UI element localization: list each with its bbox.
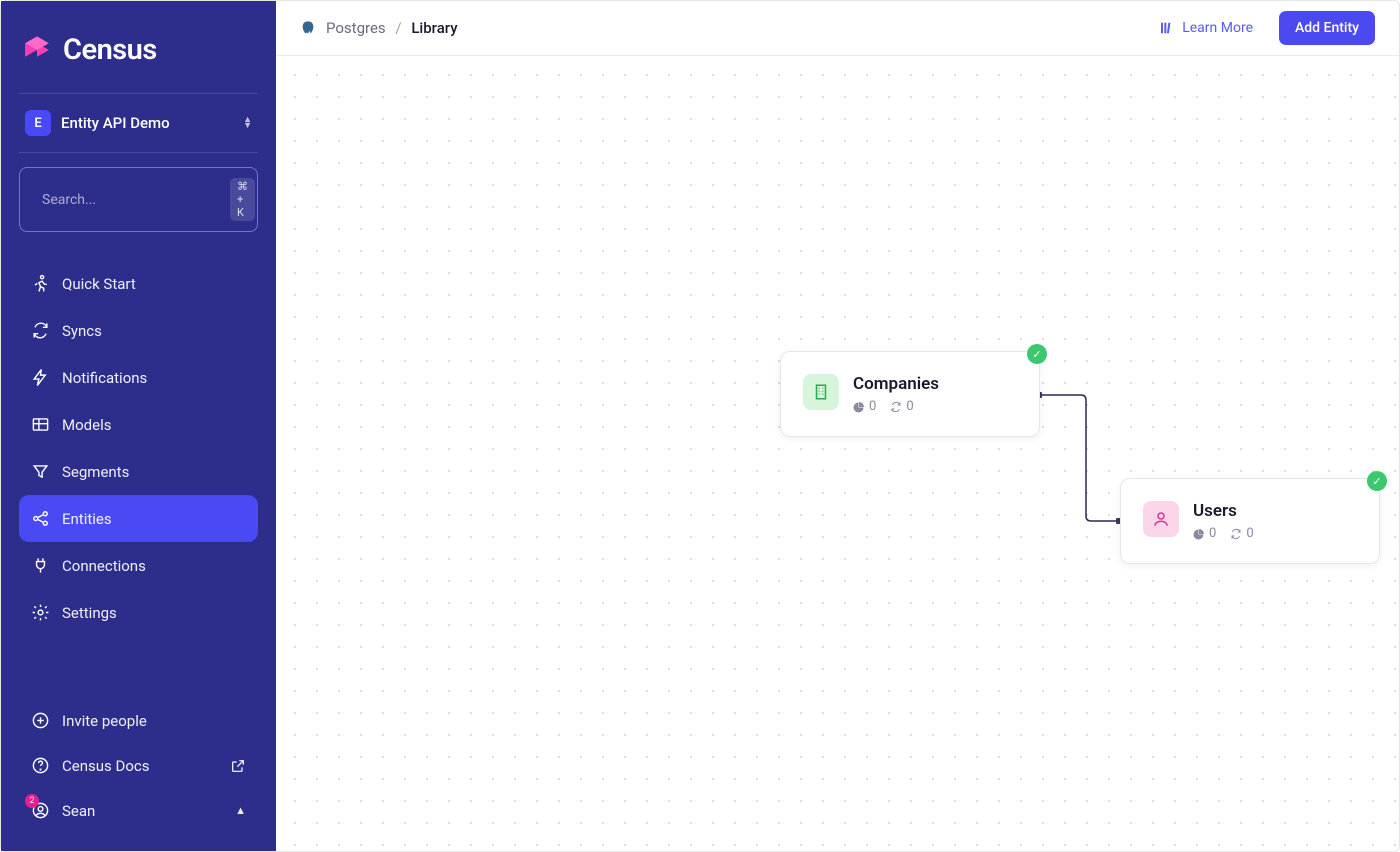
plug-icon [31, 556, 50, 575]
main: Postgres / Library Learn More Add Entity… [276, 1, 1399, 851]
check-icon: ✓ [1027, 344, 1047, 364]
share-nodes-icon [31, 509, 50, 528]
search-field[interactable] [42, 192, 220, 208]
sync-icon [31, 321, 50, 340]
entity-node-users[interactable]: ✓ Users 0 0 [1120, 478, 1380, 564]
brand-name: Census [63, 33, 157, 67]
topbar: Postgres / Library Learn More Add Entity [276, 1, 1399, 56]
chevron-up-icon: ▲ [235, 804, 246, 817]
bolt-icon [31, 368, 50, 387]
breadcrumb-source[interactable]: Postgres [326, 19, 386, 37]
library-icon [1159, 20, 1175, 36]
breadcrumb: Postgres / Library [326, 19, 458, 37]
nav-label: Settings [62, 604, 117, 622]
sidebar-item-connections[interactable]: Connections [19, 542, 258, 589]
sidebar-item-notifications[interactable]: Notifications [19, 354, 258, 401]
census-docs[interactable]: Census Docs [19, 743, 258, 788]
nav-label: Models [62, 416, 111, 434]
segments-stat: 0 [853, 399, 876, 414]
connector-line [1036, 391, 1126, 526]
segments-stat: 0 [1193, 526, 1216, 541]
sidebar-item-segments[interactable]: Segments [19, 448, 258, 495]
building-icon [803, 374, 839, 410]
table-icon [31, 415, 50, 434]
divider [19, 152, 258, 153]
search-input[interactable]: ⌘ + K [19, 167, 258, 232]
breadcrumb-current: Library [411, 19, 457, 37]
check-icon: ✓ [1367, 471, 1387, 491]
sync-small-icon [890, 401, 902, 413]
footer-label: Census Docs [62, 757, 149, 775]
chevron-updown-icon: ▲▼ [243, 117, 252, 129]
help-circle-icon [31, 756, 50, 775]
sidebar-item-entities[interactable]: Entities [19, 495, 258, 542]
running-icon [31, 274, 50, 293]
plus-circle-icon [31, 711, 50, 730]
breadcrumb-separator: / [395, 19, 401, 37]
sidebar-item-syncs[interactable]: Syncs [19, 307, 258, 354]
node-body: Companies 0 0 [853, 374, 939, 414]
pie-icon [853, 401, 865, 413]
footer-label: Invite people [62, 712, 147, 730]
canvas[interactable]: ✓ Companies 0 0 ✓ [276, 56, 1399, 851]
sidebar-item-settings[interactable]: Settings [19, 589, 258, 636]
sidebar: Census E Entity API Demo ▲▼ ⌘ + K Quick … [1, 1, 276, 851]
sync-small-icon [1230, 528, 1242, 540]
nav-label: Entities [62, 510, 112, 528]
nav: Quick Start Syncs Notifications Models S… [19, 260, 258, 636]
nav-label: Syncs [62, 322, 102, 340]
logo[interactable]: Census [19, 33, 258, 67]
pie-icon [1193, 528, 1205, 540]
nav-label: Segments [62, 463, 129, 481]
syncs-stat: 0 [890, 399, 913, 414]
nav-label: Quick Start [62, 275, 136, 293]
entity-node-companies[interactable]: ✓ Companies 0 0 [780, 351, 1040, 437]
sidebar-item-models[interactable]: Models [19, 401, 258, 448]
node-title: Users [1193, 501, 1254, 521]
org-badge: E [25, 110, 51, 136]
gear-icon [31, 603, 50, 622]
search-shortcut: ⌘ + K [230, 178, 255, 221]
postgres-icon [300, 20, 316, 36]
node-body: Users 0 0 [1193, 501, 1254, 541]
learn-more-link[interactable]: Learn More [1159, 20, 1253, 36]
node-stats: 0 0 [1193, 526, 1254, 541]
nav-label: Notifications [62, 369, 147, 387]
learn-more-label: Learn More [1182, 20, 1253, 36]
org-name: Entity API Demo [61, 114, 233, 132]
syncs-stat: 0 [1230, 526, 1253, 541]
user-icon [1143, 501, 1179, 537]
invite-people[interactable]: Invite people [19, 698, 258, 743]
node-stats: 0 0 [853, 399, 939, 414]
user-name: Sean [62, 802, 95, 820]
logo-icon [19, 33, 55, 67]
add-entity-button[interactable]: Add Entity [1279, 11, 1375, 45]
org-switcher[interactable]: E Entity API Demo ▲▼ [19, 94, 258, 152]
nav-label: Connections [62, 557, 146, 575]
filter-icon [31, 462, 50, 481]
notification-count: 2 [25, 794, 39, 808]
user-menu[interactable]: 2 Sean ▲ [19, 788, 258, 833]
external-link-icon [230, 758, 246, 774]
node-title: Companies [853, 374, 939, 394]
sidebar-item-quickstart[interactable]: Quick Start [19, 260, 258, 307]
